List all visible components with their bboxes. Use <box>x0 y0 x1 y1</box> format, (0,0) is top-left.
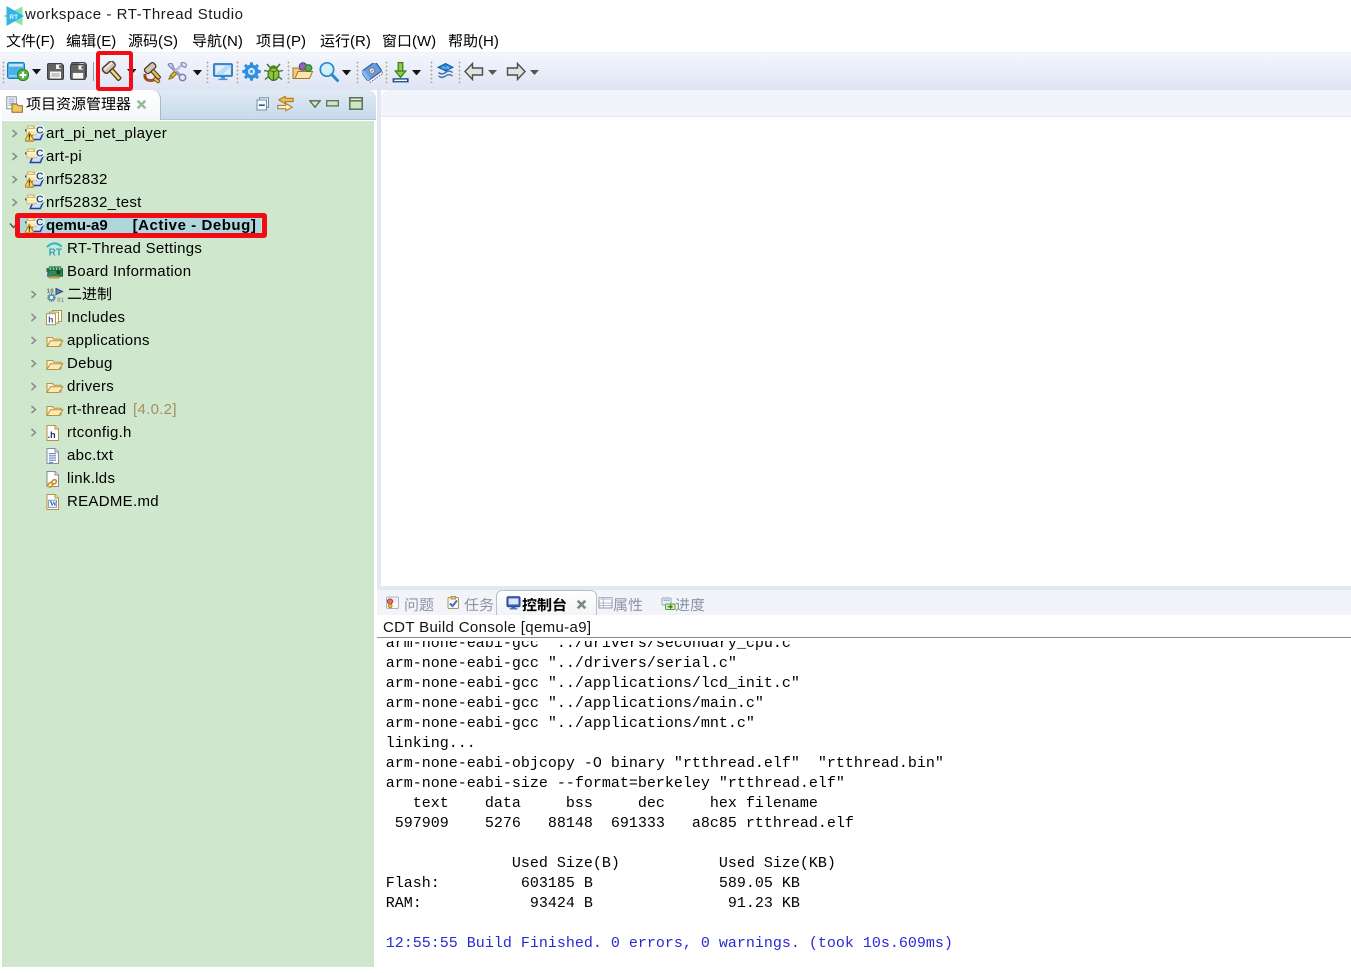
svg-text:C: C <box>36 125 44 137</box>
svg-text:W: W <box>50 499 58 508</box>
svg-text:.h: .h <box>48 430 56 440</box>
svg-text:RT: RT <box>49 247 62 257</box>
svg-text:C: C <box>36 194 44 206</box>
svg-text:10: 10 <box>47 287 55 294</box>
svg-text:C: C <box>36 171 44 183</box>
svg-text:h: h <box>48 314 53 324</box>
svg-text:C: C <box>36 148 44 160</box>
svg-text:01: 01 <box>57 296 64 303</box>
svg-text:SVN: SVN <box>442 66 450 70</box>
svg-text:RT: RT <box>9 14 18 21</box>
